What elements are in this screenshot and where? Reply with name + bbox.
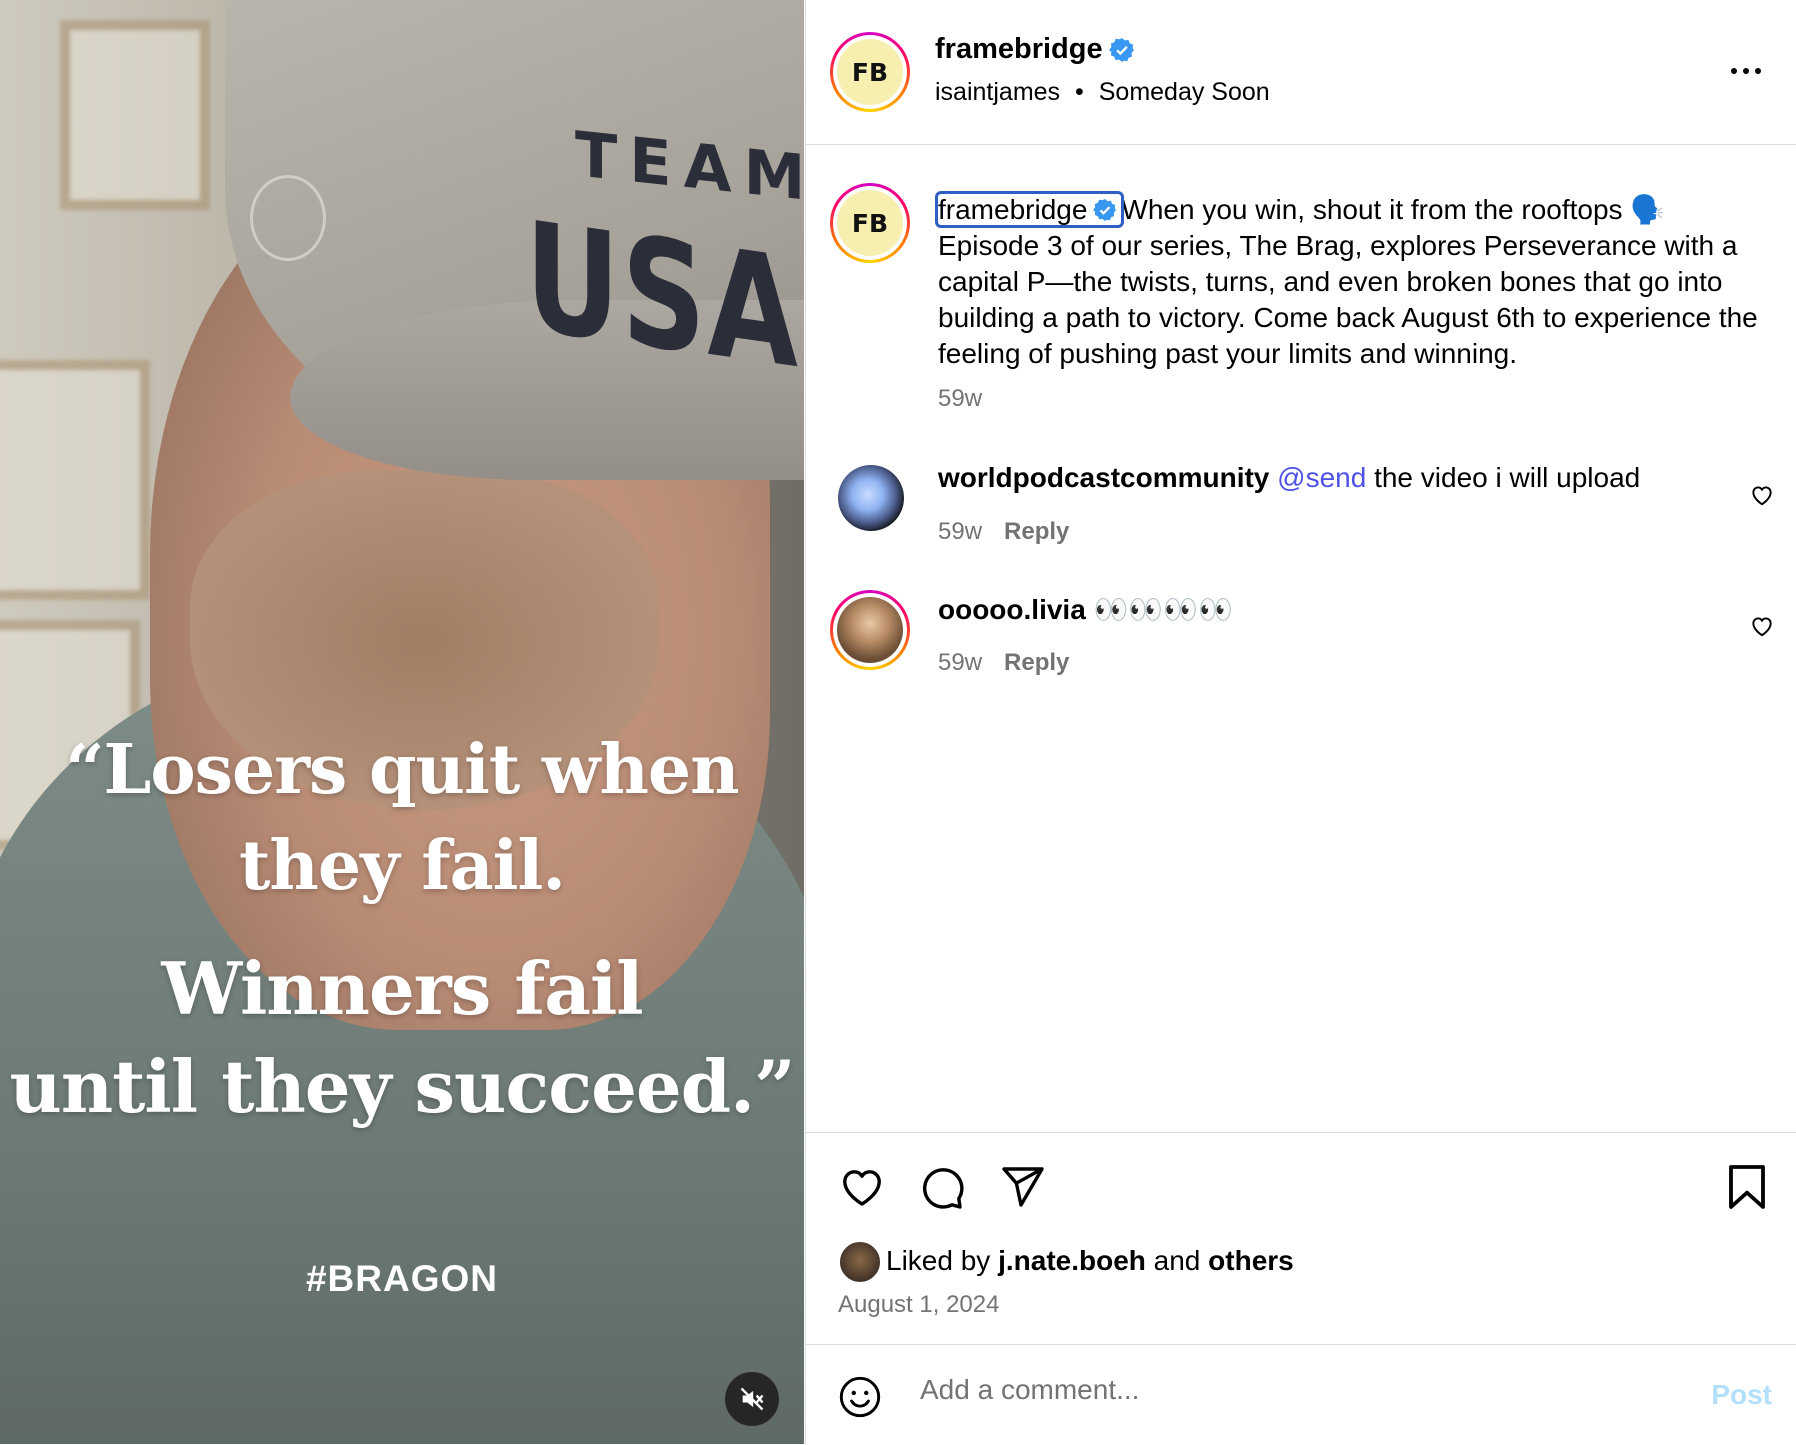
like-comment-heart-icon[interactable] <box>1749 613 1775 639</box>
more-dot-icon <box>1743 68 1749 74</box>
more-dot-icon <box>1755 68 1761 74</box>
separator-dot: • <box>1075 78 1084 106</box>
comment-mention[interactable]: @send <box>1277 462 1366 493</box>
like-heart-icon[interactable] <box>838 1163 886 1211</box>
commenter-avatar[interactable] <box>838 465 904 531</box>
mute-button[interactable] <box>725 1372 779 1426</box>
post-sidebar: FB framebridge isaintjames • Someday Soo… <box>805 0 1796 1444</box>
post-modal: TEAM USA “Losers quit when they fail. Wi… <box>0 0 1796 1444</box>
reply-button[interactable]: Reply <box>1004 649 1069 676</box>
verified-badge-icon <box>1093 199 1117 221</box>
more-options-button[interactable] <box>1731 68 1761 74</box>
liked-by-prefix: Liked by <box>886 1245 991 1276</box>
post-actions: Liked by j.nate.boeh and others August 1… <box>806 1132 1796 1343</box>
commenter-photo <box>837 597 903 663</box>
cap-logo <box>250 175 326 261</box>
share-send-icon[interactable] <box>998 1163 1046 1211</box>
liker-username[interactable]: j.nate.boeh <box>998 1245 1146 1276</box>
commenter-avatar[interactable] <box>830 590 910 670</box>
collaborator-link[interactable]: isaintjames <box>935 78 1060 106</box>
author-username[interactable]: framebridge <box>935 33 1135 66</box>
author-avatar[interactable]: FB <box>830 32 910 112</box>
post-comment-button[interactable]: Post <box>1711 1379 1772 1411</box>
reply-button[interactable]: Reply <box>1004 518 1069 545</box>
comment-bubble-icon[interactable] <box>918 1163 966 1211</box>
liker-avatar[interactable] <box>838 1240 882 1284</box>
liked-by-text: Liked by j.nate.boeh and others <box>886 1245 1294 1277</box>
comment-time[interactable]: 59w <box>938 518 982 545</box>
comment-time[interactable]: 59w <box>938 649 982 676</box>
quote-line: Winners fail <box>161 946 643 1031</box>
quote-line: they fail. <box>239 826 566 906</box>
comment-body: 👀👀👀👀 <box>1093 594 1234 625</box>
fb-logo: FB <box>837 190 903 256</box>
caption-username[interactable]: framebridge <box>938 194 1087 225</box>
muted-speaker-icon <box>740 1387 764 1411</box>
fb-logo: FB <box>837 39 903 105</box>
comment-text: worldpodcastcommunity @send the video i … <box>938 461 1640 495</box>
hashtag-overlay: #BRAGON <box>305 1258 499 1299</box>
like-comment-heart-icon[interactable] <box>1749 482 1775 508</box>
comment-body: the video i will upload <box>1374 462 1641 493</box>
emoji-smiley-icon[interactable] <box>838 1375 882 1419</box>
liked-by-others-link[interactable]: others <box>1208 1245 1294 1276</box>
wall-frame <box>60 20 210 210</box>
caption-avatar[interactable]: FB <box>830 183 910 263</box>
comment-text: ooooo.livia 👀👀👀👀 <box>938 593 1233 627</box>
post-header: FB framebridge isaintjames • Someday Soo… <box>806 0 1796 145</box>
comment-bar: Post <box>806 1344 1796 1445</box>
liked-by-and: and <box>1153 1245 1201 1276</box>
comment-username[interactable]: worldpodcastcommunity <box>938 462 1269 493</box>
caption-username-link[interactable]: framebridge <box>934 191 1125 228</box>
post-caption: framebridge When you win, shout it from t… <box>934 191 1768 372</box>
comment-input[interactable] <box>918 1373 1622 1407</box>
post-date[interactable]: August 1, 2024 <box>838 1291 999 1319</box>
comment-meta: 59w Reply <box>938 649 1069 677</box>
quote-line: until they succeed.” <box>9 1044 795 1129</box>
save-bookmark-icon[interactable] <box>1725 1163 1769 1211</box>
wall-frame <box>0 360 150 600</box>
caption-timestamp[interactable]: 59w <box>938 385 982 413</box>
comment-username[interactable]: ooooo.livia <box>938 594 1086 625</box>
caption-text: When you win, shout it from the rooftops… <box>1121 194 1666 225</box>
post-video[interactable]: TEAM USA “Losers quit when they fail. Wi… <box>0 0 804 1444</box>
verified-badge-icon <box>1108 38 1134 63</box>
caption-text-body: Episode 3 of our series, The Brag, explo… <box>938 230 1758 369</box>
header-subline: isaintjames • Someday Soon <box>935 78 1270 107</box>
author-username-text[interactable]: framebridge <box>935 33 1103 65</box>
quote-line: “Losers quit when <box>65 730 739 810</box>
audio-link[interactable]: Someday Soon <box>1099 78 1270 106</box>
more-dot-icon <box>1731 68 1737 74</box>
comment-meta: 59w Reply <box>938 518 1069 546</box>
